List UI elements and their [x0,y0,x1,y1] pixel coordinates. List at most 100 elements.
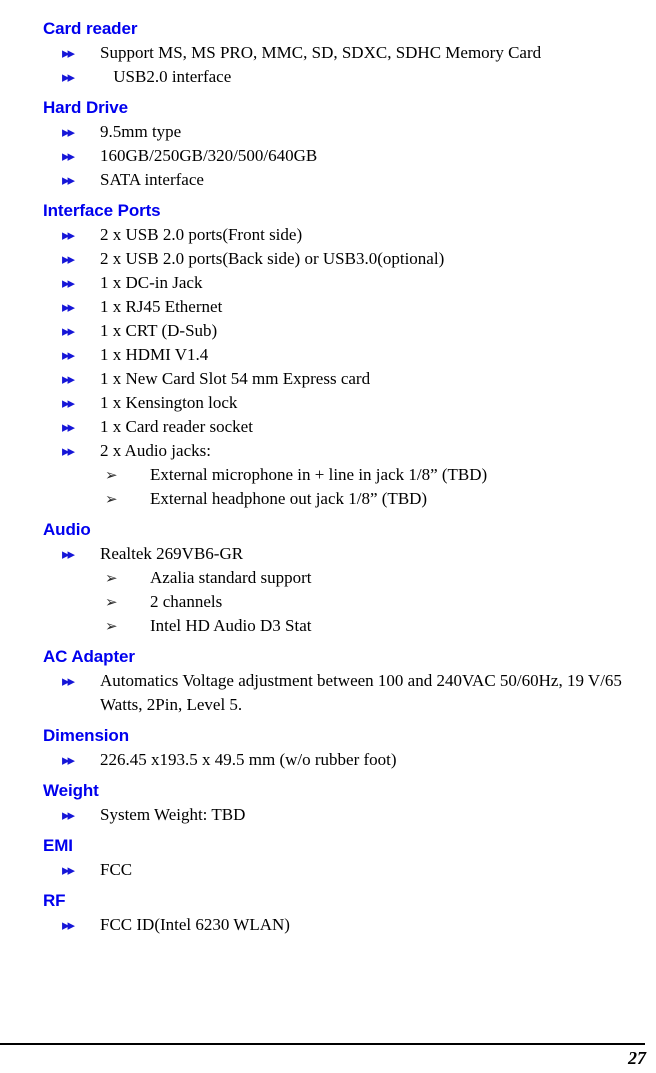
list-item: ▸▸ 1 x Card reader socket [0,415,656,439]
list-item: ▸▸ 2 x Audio jacks: ➢ External microphone i… [0,439,656,511]
double-triangle-bullet-icon: ▸▸ [62,394,75,412]
double-triangle-bullet-icon: ▸▸ [62,370,75,388]
list-item: ▸▸ 2 x USB 2.0 ports(Back side) or USB3.0… [0,247,656,271]
arrowhead-bullet-icon: ➢ [105,617,118,635]
spec-bullet-list: ▸▸ 226.45 x193.5 x 49.5 mm (w/o rubber fo… [0,748,656,772]
list-item: ▸▸ 1 x RJ45 Ethernet [0,295,656,319]
list-item-label: 2 x Audio jacks: [100,441,211,460]
list-item-label: 9.5mm type [100,122,182,141]
double-triangle-bullet-icon: ▸▸ [62,861,75,879]
double-triangle-bullet-icon: ▸▸ [62,442,75,460]
list-item: ▸▸ 9.5mm type [0,120,656,144]
spec-section: Weight ▸▸ System Weight: TBD [0,780,656,827]
arrowhead-bullet-icon: ➢ [105,490,118,508]
list-item-label: 1 x HDMI V1.4 [100,345,209,364]
list-item-label: 1 x New Card Slot 54 mm Express card [100,369,371,388]
sub-list-item: ➢ External microphone in + line in jack 1… [100,463,656,487]
sub-list-item: ➢ External headphone out jack 1/8” (TBD) [100,487,656,511]
page-number: 27 [628,1048,646,1068]
sub-list-item-label: 2 channels [150,592,223,611]
spec-bullet-list: ▸▸ 9.5mm type ▸▸ 160GB/250GB/320/500/640GB ▸… [0,120,656,192]
list-item: ▸▸ Realtek 269VB6-GR ➢ Azalia standard supp… [0,542,656,638]
list-item-label: 1 x Card reader socket [100,417,253,436]
spec-subbullet-list: ➢ Azalia standard support ➢ 2 channels ➢ Inte… [100,566,656,638]
double-triangle-bullet-icon: ▸▸ [62,250,75,268]
double-triangle-bullet-icon: ▸▸ [62,171,75,189]
spec-bullet-list: ▸▸ FCC ID(Intel 6230 WLAN) [0,913,656,937]
list-item: ▸▸ 1 x HDMI V1.4 [0,343,656,367]
list-item: ▸▸ 226.45 x193.5 x 49.5 mm (w/o rubber fo… [0,748,656,772]
double-triangle-bullet-icon: ▸▸ [62,274,75,292]
spec-bullet-list: ▸▸ System Weight: TBD [0,803,656,827]
list-item-label: Support MS, MS PRO, MMC, SD, SDXC, SDHC … [100,43,542,62]
double-triangle-bullet-icon: ▸▸ [62,418,75,436]
section-heading: EMI [43,836,73,855]
list-item-label: 160GB/250GB/320/500/640GB [100,146,318,165]
list-item: ▸▸ 1 x CRT (D-Sub) [0,319,656,343]
spec-bullet-list: ▸▸ FCC [0,858,656,882]
sub-list-item-label: Azalia standard support [150,568,312,587]
double-triangle-bullet-icon: ▸▸ [62,672,75,690]
double-triangle-bullet-icon: ▸▸ [62,322,75,340]
list-item: ▸▸ SATA interface [0,168,656,192]
spec-subbullet-list: ➢ External microphone in + line in jack 1… [100,463,656,511]
spec-section: Audio ▸▸ Realtek 269VB6-GR ➢ Azalia standard… [0,519,656,638]
arrowhead-bullet-icon: ➢ [105,569,118,587]
spec-bullet-list: ▸▸ Realtek 269VB6-GR ➢ Azalia standard supp… [0,542,656,638]
list-item-label: 1 x Kensington lock [100,393,238,412]
sub-list-item-label: Intel HD Audio D3 Stat [150,616,312,635]
section-heading: Audio [43,520,91,539]
double-triangle-bullet-icon: ▸▸ [62,545,75,563]
double-triangle-bullet-icon: ▸▸ [62,751,75,769]
sub-list-item: ➢ Azalia standard support [100,566,656,590]
double-triangle-bullet-icon: ▸▸ [62,806,75,824]
list-item: ▸▸ 2 x USB 2.0 ports(Front side) [0,223,656,247]
list-item-label: Automatics Voltage adjustment between 10… [100,671,626,714]
list-item: ▸▸ Support MS, MS PRO, MMC, SD, SDXC, SDH… [0,41,656,65]
sub-list-item: ➢ Intel HD Audio D3 Stat [100,614,656,638]
list-item: ▸▸ Automatics Voltage adjustment between … [0,669,656,717]
list-item: ▸▸ 1 x DC-in Jack [0,271,656,295]
double-triangle-bullet-icon: ▸▸ [62,226,75,244]
section-heading: RF [43,891,66,910]
list-item: ▸▸ USB2.0 interface [0,65,656,89]
spec-section: Dimension ▸▸ 226.45 x193.5 x 49.5 mm (w/o … [0,725,656,772]
list-item-label: USB2.0 interface [109,67,232,86]
list-item-label: 1 x CRT (D-Sub) [100,321,218,340]
list-item: ▸▸ 1 x New Card Slot 54 mm Express card [0,367,656,391]
spec-section: AC Adapter ▸▸ Automatics Voltage adjustmen… [0,646,656,717]
list-item-label: 1 x RJ45 Ethernet [100,297,223,316]
list-item-label: 2 x USB 2.0 ports(Front side) [100,225,303,244]
footer-divider [0,1043,645,1045]
document-page: Card reader ▸▸ Support MS, MS PRO, MMC, SD… [0,0,656,1073]
double-triangle-bullet-icon: ▸▸ [62,123,75,141]
double-triangle-bullet-icon: ▸▸ [62,346,75,364]
arrowhead-bullet-icon: ➢ [105,466,118,484]
double-triangle-bullet-icon: ▸▸ [62,44,75,62]
spec-bullet-list: ▸▸ 2 x USB 2.0 ports(Front side) ▸▸ 2 x USB… [0,223,656,511]
section-heading: Card reader [43,19,138,38]
list-item-label: FCC ID(Intel 6230 WLAN) [100,915,290,934]
spec-section: RF ▸▸ FCC ID(Intel 6230 WLAN) [0,890,656,937]
double-triangle-bullet-icon: ▸▸ [62,298,75,316]
list-item: ▸▸ FCC [0,858,656,882]
list-item-label: 2 x USB 2.0 ports(Back side) or USB3.0(o… [100,249,445,268]
spec-section: EMI ▸▸ FCC [0,835,656,882]
list-item-label: SATA interface [100,170,204,189]
sub-list-item-label: External microphone in + line in jack 1/… [150,465,488,484]
list-item-label: System Weight: TBD [100,805,246,824]
spec-section: Card reader ▸▸ Support MS, MS PRO, MMC, SD… [0,18,656,89]
double-triangle-bullet-icon: ▸▸ [62,68,75,86]
list-item: ▸▸ 1 x Kensington lock [0,391,656,415]
section-heading: Interface Ports [43,201,161,220]
list-item: ▸▸ 160GB/250GB/320/500/640GB [0,144,656,168]
page-footer: 27 [0,1027,656,1073]
section-heading: Weight [43,781,99,800]
spec-bullet-list: ▸▸ Support MS, MS PRO, MMC, SD, SDXC, SDH… [0,41,656,89]
list-item: ▸▸ FCC ID(Intel 6230 WLAN) [0,913,656,937]
spec-section: Interface Ports ▸▸ 2 x USB 2.0 ports(Front… [0,200,656,511]
list-item: ▸▸ System Weight: TBD [0,803,656,827]
spec-bullet-list: ▸▸ Automatics Voltage adjustment between … [0,669,656,717]
section-heading: Dimension [43,726,130,745]
section-heading: AC Adapter [43,647,135,666]
